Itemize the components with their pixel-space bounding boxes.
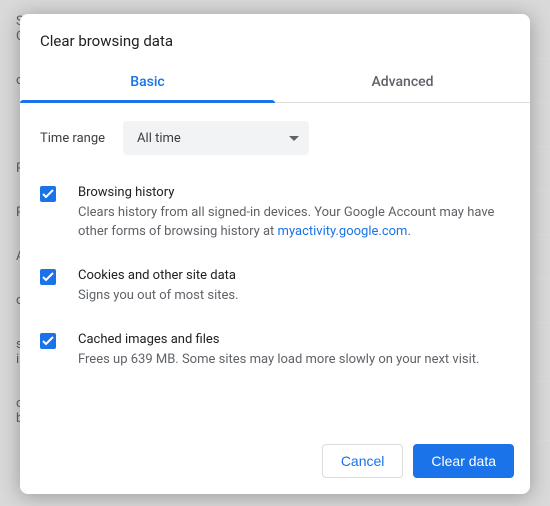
- myactivity-link[interactable]: myactivity.google.com: [278, 224, 408, 239]
- dialog-title: Clear browsing data: [20, 14, 530, 64]
- dialog-footer: Cancel Clear data: [20, 430, 530, 494]
- time-range-label: Time range: [40, 131, 105, 146]
- chevron-down-icon: [289, 131, 299, 146]
- tab-advanced[interactable]: Advanced: [275, 64, 530, 102]
- checkbox-browsing-history[interactable]: [40, 186, 56, 202]
- option-desc: Frees up 639 MB. Some sites may load mor…: [78, 351, 479, 370]
- check-icon: [42, 272, 54, 282]
- option-desc: Signs you out of most sites.: [78, 287, 239, 306]
- check-icon: [42, 336, 54, 346]
- tabs: Basic Advanced: [20, 64, 530, 103]
- check-icon: [42, 189, 54, 199]
- clear-data-button[interactable]: Clear data: [413, 444, 514, 478]
- time-range-value: All time: [137, 131, 181, 146]
- option-cached: Cached images and files Frees up 639 MB.…: [40, 332, 510, 370]
- option-title: Cached images and files: [78, 332, 479, 347]
- option-browsing-history: Browsing history Clears history from all…: [40, 185, 510, 242]
- option-title: Browsing history: [78, 185, 510, 200]
- checkbox-cached[interactable]: [40, 333, 56, 349]
- cancel-button[interactable]: Cancel: [322, 444, 404, 478]
- dialog-body: Time range All time Browsing history Cle…: [20, 103, 530, 430]
- option-desc: Clears history from all signed-in device…: [78, 204, 510, 242]
- tab-basic[interactable]: Basic: [20, 64, 275, 102]
- time-range-select[interactable]: All time: [123, 121, 309, 155]
- option-cookies: Cookies and other site data Signs you ou…: [40, 268, 510, 306]
- option-title: Cookies and other site data: [78, 268, 239, 283]
- time-range-row: Time range All time: [40, 121, 510, 155]
- clear-browsing-data-dialog: Clear browsing data Basic Advanced Time …: [20, 14, 530, 494]
- checkbox-cookies[interactable]: [40, 269, 56, 285]
